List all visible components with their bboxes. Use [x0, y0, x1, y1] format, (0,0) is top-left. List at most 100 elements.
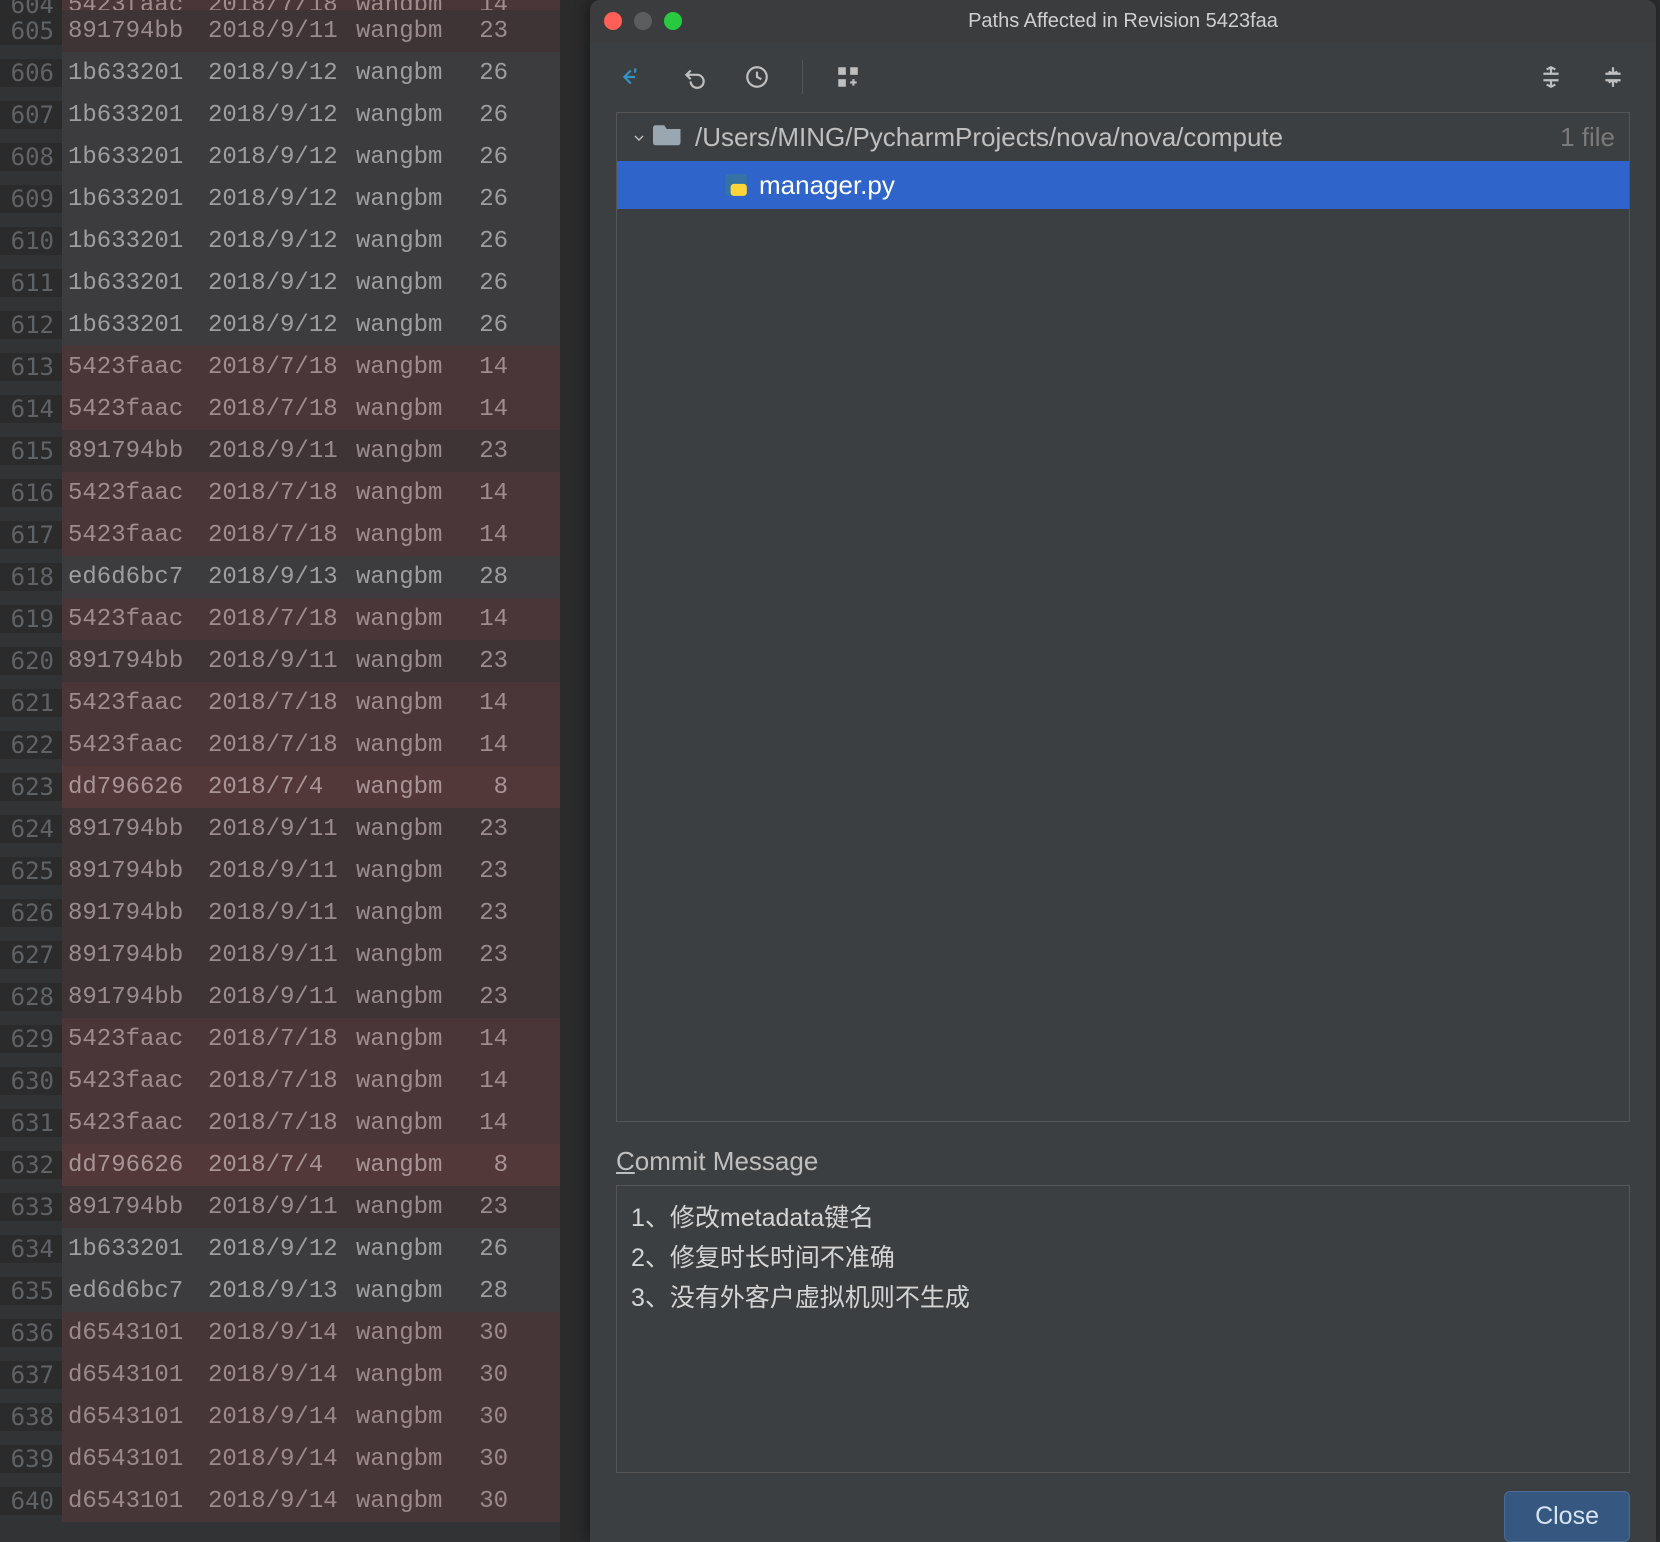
- blame-row[interactable]: 6305423faac2018/7/18wangbm14: [0, 1060, 560, 1102]
- blame-row[interactable]: 618ed6d6bc72018/9/13wangbm28: [0, 556, 560, 598]
- show-diff-icon[interactable]: [616, 60, 650, 94]
- commit-rev-number: 30: [466, 1488, 516, 1515]
- line-number[interactable]: 637: [0, 1361, 62, 1389]
- line-number[interactable]: 605: [0, 17, 62, 45]
- line-number[interactable]: 623: [0, 773, 62, 801]
- blame-row[interactable]: 6315423faac2018/7/18wangbm14: [0, 1102, 560, 1144]
- blame-row[interactable]: 6091b6332012018/9/12wangbm26: [0, 178, 560, 220]
- blame-row[interactable]: 635ed6d6bc72018/9/13wangbm28: [0, 1270, 560, 1312]
- tree-folder-row[interactable]: /Users/MING/PycharmProjects/nova/nova/co…: [617, 113, 1629, 161]
- dialog-titlebar[interactable]: Paths Affected in Revision 5423faa: [590, 0, 1656, 42]
- commit-hash: 1b633201: [68, 186, 208, 213]
- line-number[interactable]: 608: [0, 143, 62, 171]
- line-number[interactable]: 621: [0, 689, 62, 717]
- blame-row[interactable]: 640d65431012018/9/14wangbm30: [0, 1480, 560, 1522]
- line-number[interactable]: 622: [0, 731, 62, 759]
- tree-file-row[interactable]: manager.py: [617, 161, 1629, 209]
- line-number[interactable]: 619: [0, 605, 62, 633]
- blame-row[interactable]: 6135423faac2018/7/18wangbm14: [0, 346, 560, 388]
- window-close-icon[interactable]: [604, 12, 622, 30]
- blame-row[interactable]: 6195423faac2018/7/18wangbm14: [0, 598, 560, 640]
- line-number[interactable]: 633: [0, 1193, 62, 1221]
- blame-row[interactable]: 6081b6332012018/9/12wangbm26: [0, 136, 560, 178]
- blame-row[interactable]: 6111b6332012018/9/12wangbm26: [0, 262, 560, 304]
- line-number[interactable]: 614: [0, 395, 62, 423]
- collapse-all-icon[interactable]: [1596, 60, 1630, 94]
- commit-rev-number: 26: [466, 102, 516, 129]
- line-number[interactable]: 606: [0, 59, 62, 87]
- line-number[interactable]: 620: [0, 647, 62, 675]
- chevron-down-icon[interactable]: [631, 122, 653, 153]
- changed-files-tree[interactable]: /Users/MING/PycharmProjects/nova/nova/co…: [616, 112, 1630, 1122]
- blame-row[interactable]: 6215423faac2018/7/18wangbm14: [0, 682, 560, 724]
- line-number[interactable]: 611: [0, 269, 62, 297]
- blame-row[interactable]: 638d65431012018/9/14wangbm30: [0, 1396, 560, 1438]
- line-number[interactable]: 612: [0, 311, 62, 339]
- line-number[interactable]: 628: [0, 983, 62, 1011]
- line-number[interactable]: 626: [0, 899, 62, 927]
- commit-author: wangbm: [356, 480, 466, 507]
- line-number[interactable]: 638: [0, 1403, 62, 1431]
- line-number[interactable]: 636: [0, 1319, 62, 1347]
- blame-row[interactable]: 627891794bb2018/9/11wangbm23: [0, 934, 560, 976]
- line-number[interactable]: 617: [0, 521, 62, 549]
- blame-row[interactable]: 632dd7966262018/7/4wangbm8: [0, 1144, 560, 1186]
- line-number[interactable]: 618: [0, 563, 62, 591]
- line-number[interactable]: 634: [0, 1235, 62, 1263]
- line-number[interactable]: 632: [0, 1151, 62, 1179]
- line-number[interactable]: 631: [0, 1109, 62, 1137]
- blame-row[interactable]: 636d65431012018/9/14wangbm30: [0, 1312, 560, 1354]
- line-number[interactable]: 615: [0, 437, 62, 465]
- line-number[interactable]: 610: [0, 227, 62, 255]
- line-number[interactable]: 609: [0, 185, 62, 213]
- close-button[interactable]: Close: [1504, 1491, 1630, 1542]
- line-number[interactable]: 624: [0, 815, 62, 843]
- commit-message-heading: Commit Message: [616, 1146, 1630, 1177]
- blame-row[interactable]: 633891794bb2018/9/11wangbm23: [0, 1186, 560, 1228]
- blame-row[interactable]: 6045423faac2018/7/18wangbm14: [0, 0, 560, 10]
- blame-row[interactable]: 6341b6332012018/9/12wangbm26: [0, 1228, 560, 1270]
- blame-row[interactable]: 6165423faac2018/7/18wangbm14: [0, 472, 560, 514]
- blame-row[interactable]: 6061b6332012018/9/12wangbm26: [0, 52, 560, 94]
- blame-row[interactable]: 6071b6332012018/9/12wangbm26: [0, 94, 560, 136]
- blame-row[interactable]: 626891794bb2018/9/11wangbm23: [0, 892, 560, 934]
- line-number[interactable]: 630: [0, 1067, 62, 1095]
- line-number[interactable]: 625: [0, 857, 62, 885]
- blame-row[interactable]: 639d65431012018/9/14wangbm30: [0, 1438, 560, 1480]
- commit-date: 2018/9/13: [208, 1278, 356, 1305]
- commit-date: 2018/9/11: [208, 984, 356, 1011]
- line-number[interactable]: 627: [0, 941, 62, 969]
- dialog-toolbar: [590, 42, 1656, 112]
- commit-message-box[interactable]: 1、修改metadata键名2、修复时长时间不准确3、没有外客户虚拟机则不生成: [616, 1185, 1630, 1473]
- blame-row[interactable]: 6121b6332012018/9/12wangbm26: [0, 304, 560, 346]
- blame-row[interactable]: 6225423faac2018/7/18wangbm14: [0, 724, 560, 766]
- blame-row[interactable]: 637d65431012018/9/14wangbm30: [0, 1354, 560, 1396]
- line-number[interactable]: 616: [0, 479, 62, 507]
- blame-row[interactable]: 615891794bb2018/9/11wangbm23: [0, 430, 560, 472]
- blame-row[interactable]: 620891794bb2018/9/11wangbm23: [0, 640, 560, 682]
- blame-row[interactable]: 605891794bb2018/9/11wangbm23: [0, 10, 560, 52]
- line-number[interactable]: 635: [0, 1277, 62, 1305]
- commit-author: wangbm: [356, 102, 466, 129]
- history-icon[interactable]: [740, 60, 774, 94]
- expand-all-icon[interactable]: [1534, 60, 1568, 94]
- line-number[interactable]: 613: [0, 353, 62, 381]
- blame-row[interactable]: 6145423faac2018/7/18wangbm14: [0, 388, 560, 430]
- blame-row[interactable]: 624891794bb2018/9/11wangbm23: [0, 808, 560, 850]
- line-number[interactable]: 629: [0, 1025, 62, 1053]
- blame-row[interactable]: 625891794bb2018/9/11wangbm23: [0, 850, 560, 892]
- commit-rev-number: 23: [466, 900, 516, 927]
- blame-row[interactable]: 6295423faac2018/7/18wangbm14: [0, 1018, 560, 1060]
- commit-date: 2018/7/18: [208, 690, 356, 717]
- blame-row[interactable]: 6101b6332012018/9/12wangbm26: [0, 220, 560, 262]
- line-number[interactable]: 639: [0, 1445, 62, 1473]
- blame-row[interactable]: 628891794bb2018/9/11wangbm23: [0, 976, 560, 1018]
- line-number[interactable]: 607: [0, 101, 62, 129]
- window-zoom-icon[interactable]: [664, 12, 682, 30]
- revert-icon[interactable]: [678, 60, 712, 94]
- blame-row[interactable]: 623dd7966262018/7/4wangbm8: [0, 766, 560, 808]
- line-number[interactable]: 640: [0, 1487, 62, 1515]
- commit-date: 2018/9/11: [208, 1194, 356, 1221]
- group-by-icon[interactable]: [831, 60, 865, 94]
- blame-row[interactable]: 6175423faac2018/7/18wangbm14: [0, 514, 560, 556]
